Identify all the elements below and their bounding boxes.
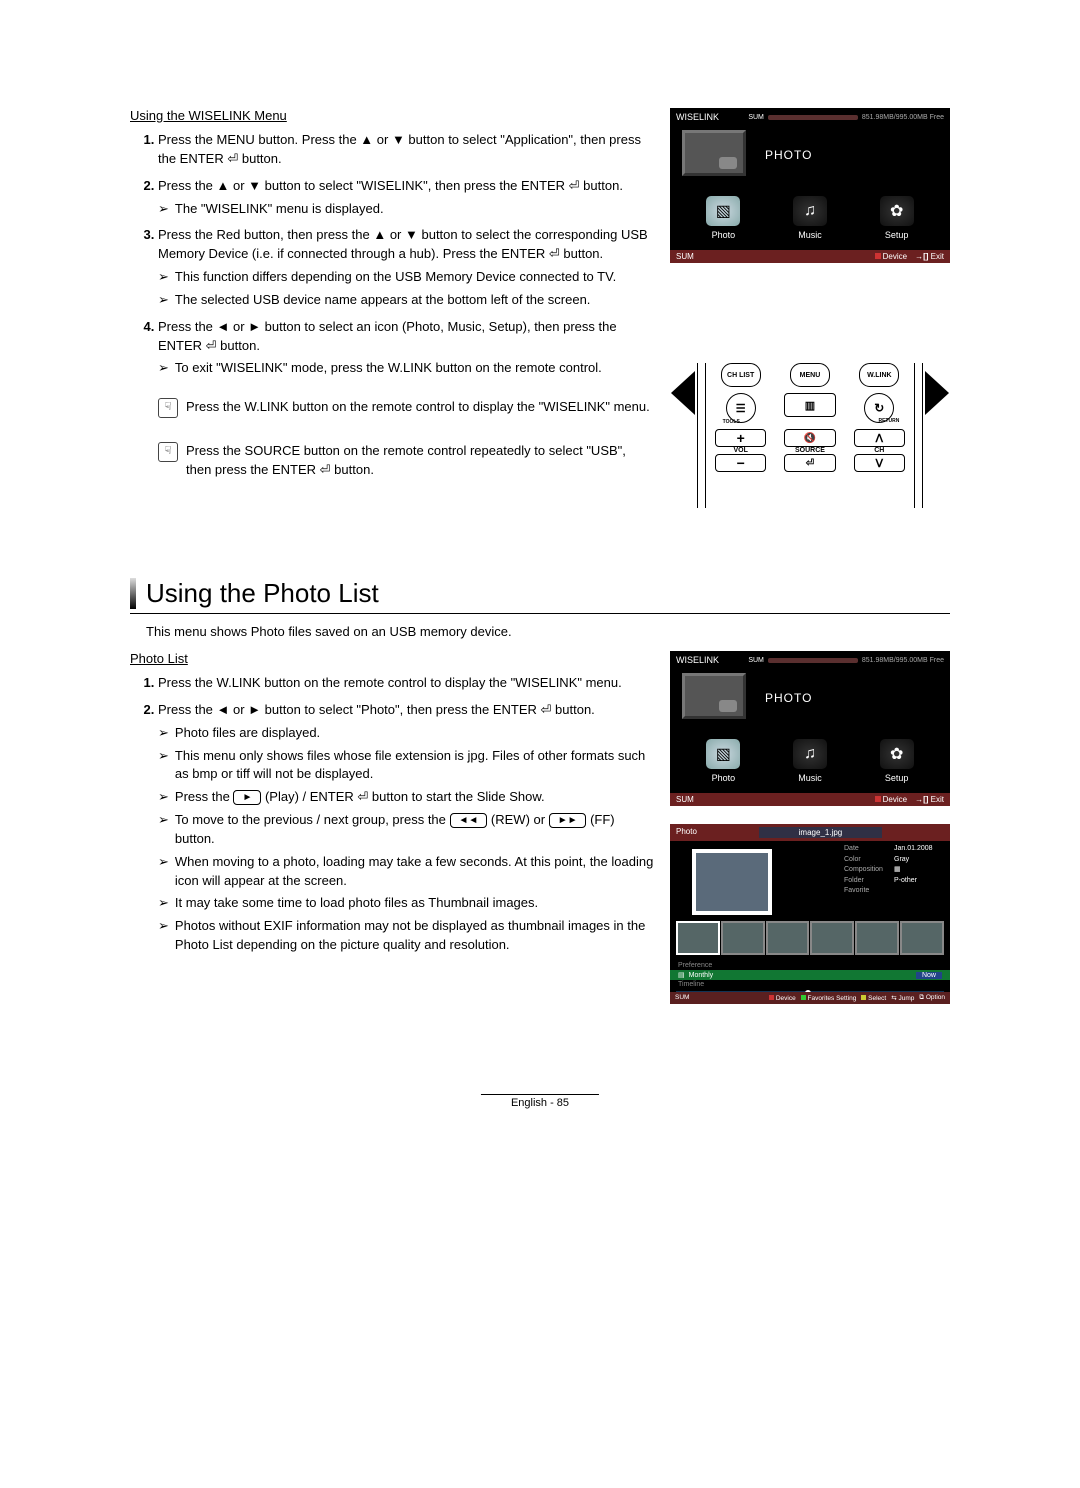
pl-step-1: Press the W.LINK button on the remote co… bbox=[158, 674, 654, 693]
chlist-button: CH LIST bbox=[721, 363, 761, 387]
photo-preview-icon bbox=[682, 130, 746, 176]
music-icon: ♫ bbox=[793, 196, 827, 226]
step-4: Press the ◄ or ► button to select an ico… bbox=[158, 318, 654, 379]
rewind-icon: ◄◄ bbox=[450, 813, 488, 828]
remote-tip-icon: ☟ bbox=[158, 442, 178, 462]
heading-subtitle: This menu shows Photo files saved on an … bbox=[146, 624, 950, 639]
section-heading: Photo List bbox=[130, 651, 654, 666]
step-2: Press the ▲ or ▼ button to select "WISEL… bbox=[158, 177, 654, 219]
wiselink-screenshot: WISELINK SUM851.98MB/995.00MB Free PHOTO… bbox=[670, 108, 950, 263]
menu-button: MENU bbox=[790, 363, 830, 387]
pointer-arrow-icon bbox=[925, 371, 949, 415]
vol-up-button: + bbox=[715, 429, 766, 447]
ch-up-button: ᐱ bbox=[854, 429, 905, 447]
section-heading: Using the WISELINK Menu bbox=[130, 108, 654, 123]
play-icon: ► bbox=[233, 790, 261, 805]
photo-list-screenshot: Photo image_1.jpg DateJan.01.2008 ColorG… bbox=[670, 824, 950, 1004]
tip-text: Press the SOURCE button on the remote co… bbox=[186, 442, 654, 480]
step-1: Press the MENU button. Press the ▲ or ▼ … bbox=[158, 131, 654, 169]
tools-button: ☰TOOLS bbox=[726, 393, 756, 423]
return-button: ↻RETURN bbox=[864, 393, 894, 423]
photo-icon: ▧ bbox=[706, 196, 740, 226]
vol-down-button: − bbox=[715, 454, 766, 472]
info-button: ▥ bbox=[784, 393, 835, 417]
setup-icon: ✿ bbox=[880, 196, 914, 226]
note-arrow-icon: ➢ bbox=[158, 200, 169, 219]
mute-button: 🔇 bbox=[784, 429, 835, 447]
remote-tip-icon: ☟ bbox=[158, 398, 178, 418]
pointer-arrow-icon bbox=[671, 371, 695, 415]
wlink-button: W.LINK bbox=[859, 363, 899, 387]
tip-text: Press the W.LINK button on the remote co… bbox=[186, 398, 650, 418]
selected-photo-thumb bbox=[692, 849, 772, 915]
fastforward-icon: ►► bbox=[549, 813, 587, 828]
ch-down-button: ᐯ bbox=[854, 454, 905, 472]
pl-step-2: Press the ◄ or ► button to select "Photo… bbox=[158, 701, 654, 955]
source-button: ⏎ bbox=[784, 454, 835, 472]
page-heading: Using the Photo List bbox=[130, 578, 950, 614]
remote-control-diagram: CH LIST MENU W.LINK ☰TOOLS ▥ ↻RETURN + V… bbox=[695, 363, 925, 508]
page-number: English - 85 bbox=[481, 1094, 599, 1109]
wiselink-screenshot: WISELINK SUM851.98MB/995.00MB Free PHOTO… bbox=[670, 651, 950, 806]
step-3: Press the Red button, then press the ▲ o… bbox=[158, 226, 654, 309]
